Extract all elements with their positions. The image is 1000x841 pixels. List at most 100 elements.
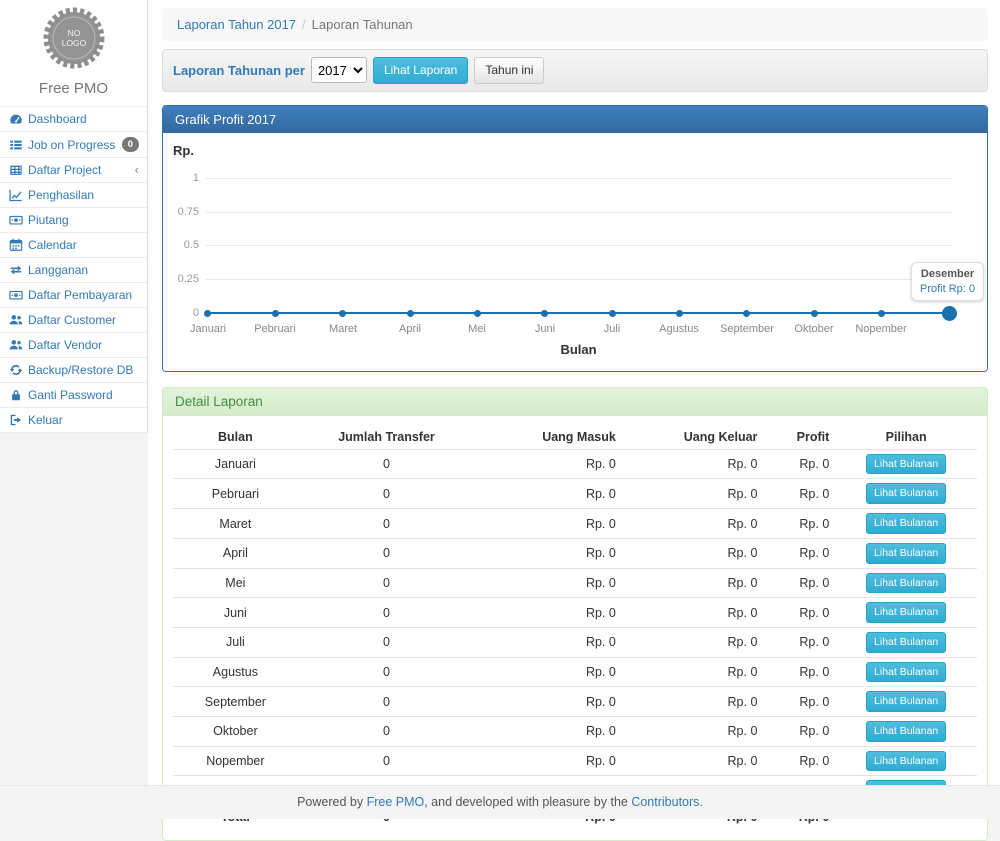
gridline (206, 212, 951, 213)
data-point-highlighted[interactable] (942, 306, 957, 321)
sidebar-item-job-on-progress[interactable]: Job on Progress 0 (0, 132, 147, 158)
sidebar-menu: Dashboard Job on Progress 0 Daftar Proje… (0, 107, 147, 433)
cell-uang-masuk: Rp. 0 (475, 716, 622, 746)
cell-uang-keluar: Rp. 0 (622, 627, 764, 657)
cell-uang-masuk: Rp. 0 (475, 538, 622, 568)
year-select[interactable]: 2017 (311, 57, 367, 83)
money-icon (9, 213, 23, 227)
table-row: April 0 Rp. 0 Rp. 0 Rp. 0 Lihat Bulanan (173, 538, 977, 568)
table-row: Nopember 0 Rp. 0 Rp. 0 Rp. 0 Lihat Bulan… (173, 746, 977, 776)
sidebar-item-label: Langganan (28, 263, 88, 277)
profit-chart-panel: Grafik Profit 2017 Rp. 1 0.75 0.5 0.25 0 (162, 105, 988, 372)
breadcrumb-link-laporan-tahun[interactable]: Laporan Tahun 2017 (177, 17, 296, 32)
cell-bulan: Juli (173, 627, 298, 657)
sidebar-item-label: Ganti Password (28, 388, 113, 402)
view-month-button[interactable]: Lihat Bulanan (866, 751, 946, 772)
cell-bulan: April (173, 538, 298, 568)
dashboard-icon (9, 112, 23, 126)
profit-line-chart: Rp. 1 0.75 0.5 0.25 0 Januari (163, 133, 987, 371)
x-tick-label: Juli (577, 323, 647, 335)
table-row: Januari 0 Rp. 0 Rp. 0 Rp. 0 Lihat Bulana… (173, 449, 977, 479)
sidebar-item-langganan[interactable]: Langganan (0, 258, 147, 283)
sidebar-item-label: Dashboard (28, 112, 87, 126)
sidebar-item-label: Daftar Pembayaran (28, 288, 132, 302)
sidebar-item-backup-restore[interactable]: Backup/Restore DB (0, 358, 147, 383)
sign-out-icon (9, 413, 23, 427)
view-month-button[interactable]: Lihat Bulanan (866, 483, 946, 504)
view-month-button[interactable]: Lihat Bulanan (866, 691, 946, 712)
table-row: Juni 0 Rp. 0 Rp. 0 Rp. 0 Lihat Bulanan (173, 598, 977, 628)
cell-bulan: Maret (173, 509, 298, 539)
lock-icon (9, 388, 23, 402)
cell-bulan: Oktober (173, 716, 298, 746)
view-month-button[interactable]: Lihat Bulanan (866, 721, 946, 742)
svg-text:NO: NO (67, 28, 80, 38)
table-row: Oktober 0 Rp. 0 Rp. 0 Rp. 0 Lihat Bulana… (173, 716, 977, 746)
footer-contributors-link[interactable]: Contributors. (631, 795, 703, 809)
cell-bulan: Juni (173, 598, 298, 628)
table-row: Mei 0 Rp. 0 Rp. 0 Rp. 0 Lihat Bulanan (173, 568, 977, 598)
footer-text: , and developed with pleasure by the (424, 795, 631, 809)
sidebar-item-penghasilan[interactable]: Penghasilan (0, 183, 147, 208)
col-header-pilihan: Pilihan (835, 425, 977, 450)
cell-uang-keluar: Rp. 0 (622, 657, 764, 687)
line-chart-icon (9, 188, 23, 202)
cell-profit: Rp. 0 (763, 716, 835, 746)
detail-report-panel: Detail Laporan Bulan Jumlah Transfer Uan… (162, 387, 988, 841)
cell-uang-masuk: Rp. 0 (475, 479, 622, 509)
cell-jumlah-transfer: 0 (298, 746, 475, 776)
cell-uang-masuk: Rp. 0 (475, 657, 622, 687)
x-tick-label: Nopember (846, 323, 916, 335)
view-month-button[interactable]: Lihat Bulanan (866, 632, 946, 653)
detail-panel-title: Detail Laporan (163, 388, 987, 416)
view-month-button[interactable]: Lihat Bulanan (866, 573, 946, 594)
sidebar-item-label: Backup/Restore DB (28, 363, 133, 377)
sidebar-item-daftar-vendor[interactable]: Daftar Vendor (0, 333, 147, 358)
gridline (206, 279, 951, 280)
view-month-button[interactable]: Lihat Bulanan (866, 454, 946, 475)
this-year-button[interactable]: Tahun ini (474, 57, 544, 84)
cell-profit: Rp. 0 (763, 449, 835, 479)
x-axis-label: Bulan (208, 342, 949, 357)
y-tick-label: 0.25 (165, 273, 199, 285)
view-month-button[interactable]: Lihat Bulanan (866, 513, 946, 534)
footer-text: Powered by (297, 795, 366, 809)
view-month-button[interactable]: Lihat Bulanan (866, 602, 946, 623)
x-tick-label: Juni (510, 323, 580, 335)
table-row: Maret 0 Rp. 0 Rp. 0 Rp. 0 Lihat Bulanan (173, 509, 977, 539)
data-point (743, 310, 750, 317)
cell-bulan: Januari (173, 449, 298, 479)
x-tick-label: Pebruari (240, 323, 310, 335)
sidebar-item-dashboard[interactable]: Dashboard (0, 107, 147, 132)
cell-jumlah-transfer: 0 (298, 449, 475, 479)
sidebar-item-calendar[interactable]: Calendar (0, 233, 147, 258)
sidebar-item-daftar-pembayaran[interactable]: Daftar Pembayaran (0, 283, 147, 308)
view-report-button[interactable]: Lihat Laporan (373, 57, 468, 84)
cell-uang-keluar: Rp. 0 (622, 479, 764, 509)
sidebar-item-daftar-project[interactable]: Daftar Project ‹ (0, 158, 147, 183)
view-month-button[interactable]: Lihat Bulanan (866, 543, 946, 564)
sidebar-item-daftar-customer[interactable]: Daftar Customer (0, 308, 147, 333)
sidebar-item-ganti-password[interactable]: Ganti Password (0, 383, 147, 408)
cell-profit: Rp. 0 (763, 598, 835, 628)
footer-brand-link[interactable]: Free PMO (367, 795, 425, 809)
breadcrumb-separator: / (302, 17, 306, 32)
no-logo-badge: NO LOGO (43, 7, 105, 69)
cell-uang-masuk: Rp. 0 (475, 568, 622, 598)
y-axis-label: Rp. (173, 143, 194, 158)
view-month-button[interactable]: Lihat Bulanan (866, 662, 946, 683)
cell-jumlah-transfer: 0 (298, 479, 475, 509)
gridline (206, 245, 951, 246)
cell-uang-keluar: Rp. 0 (622, 746, 764, 776)
col-header-profit: Profit (763, 425, 835, 450)
sidebar-item-piutang[interactable]: Piutang (0, 208, 147, 233)
cell-profit: Rp. 0 (763, 568, 835, 598)
sidebar-item-keluar[interactable]: Keluar (0, 408, 147, 433)
col-header-uang-masuk: Uang Masuk (475, 425, 622, 450)
cell-profit: Rp. 0 (763, 538, 835, 568)
gridline (206, 178, 951, 179)
sidebar-item-label: Piutang (28, 213, 69, 227)
monthly-report-table: Bulan Jumlah Transfer Uang Masuk Uang Ke… (173, 425, 977, 828)
money-icon (9, 288, 23, 302)
table-row: September 0 Rp. 0 Rp. 0 Rp. 0 Lihat Bula… (173, 687, 977, 717)
